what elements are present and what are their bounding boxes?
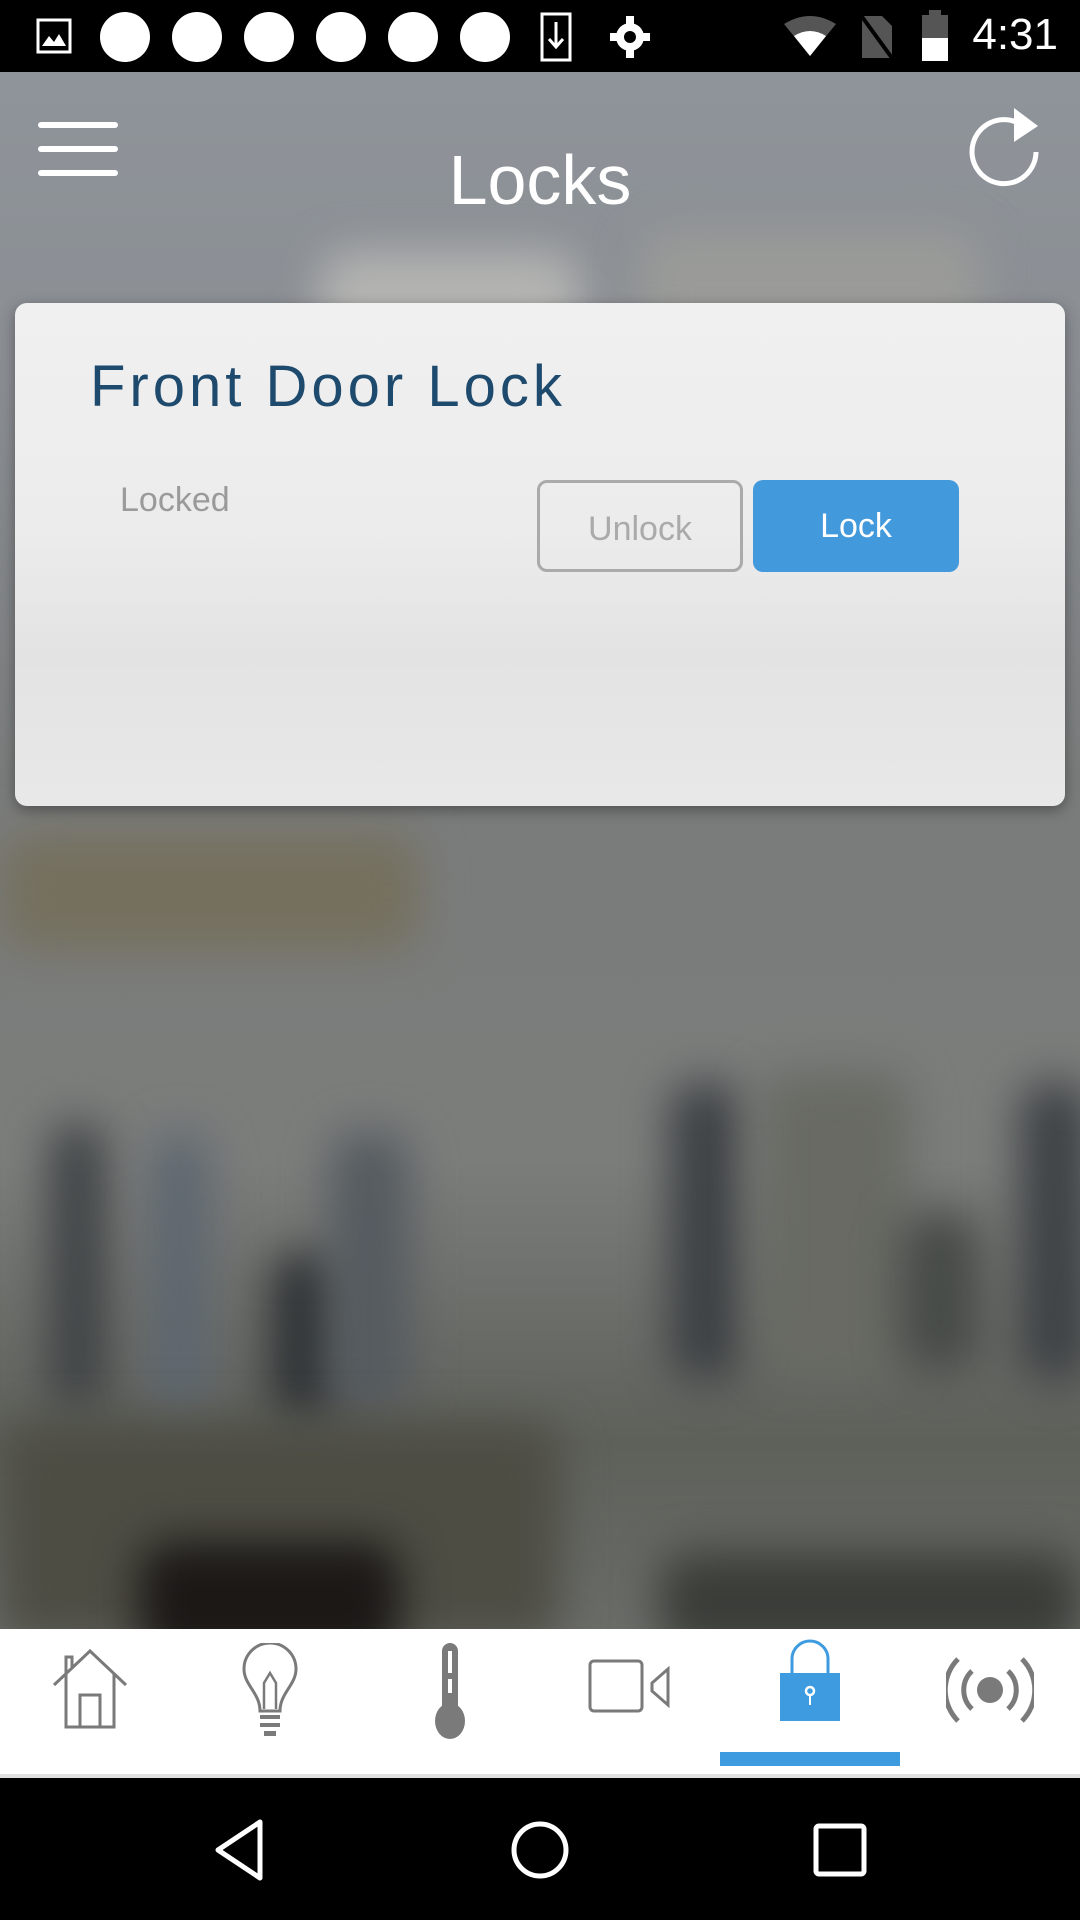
home-button[interactable] — [490, 1800, 590, 1900]
wifi-icon — [784, 16, 836, 56]
notification-dot — [244, 12, 294, 62]
download-icon — [540, 12, 572, 62]
notification-dot — [100, 12, 150, 62]
lightbulb-icon — [242, 1643, 298, 1736]
recents-button[interactable] — [790, 1800, 890, 1900]
refresh-icon[interactable] — [960, 104, 1050, 194]
battery-icon — [922, 10, 948, 61]
status-bar: 4:31 — [0, 0, 1080, 72]
back-button[interactable] — [190, 1800, 290, 1900]
tab-sensors[interactable] — [900, 1629, 1080, 1774]
tab-cameras[interactable] — [540, 1629, 720, 1774]
tab-lights[interactable] — [180, 1629, 360, 1774]
lock-name: Front Door Lock — [90, 354, 566, 419]
unlock-button[interactable]: Unlock — [537, 480, 743, 572]
page-title: Locks — [448, 141, 632, 219]
notification-dot — [388, 12, 438, 62]
lock-button[interactable]: Lock — [753, 480, 959, 572]
tab-thermostat[interactable] — [360, 1629, 540, 1774]
tab-home[interactable] — [0, 1629, 180, 1774]
settings-cog-icon — [610, 16, 650, 58]
house-icon — [52, 1648, 128, 1729]
broadcast-icon — [946, 1657, 1034, 1723]
clock: 4:31 — [972, 10, 1058, 59]
lock-status: Locked — [120, 481, 230, 519]
thermometer-icon — [435, 1643, 465, 1739]
notification-dot — [460, 12, 510, 62]
system-nav-bar — [0, 1778, 1080, 1920]
notification-dot — [316, 12, 366, 62]
lock-card: Front Door Lock Locked Unlock Lock — [15, 303, 1065, 806]
notification-dot — [172, 12, 222, 62]
no-sim-icon — [858, 12, 894, 60]
bottom-tab-bar — [0, 1629, 1080, 1778]
hamburger-menu-icon — [38, 122, 118, 128]
padlock-icon — [780, 1639, 840, 1721]
image-icon — [36, 18, 72, 54]
video-camera-icon — [588, 1659, 670, 1713]
active-tab-indicator — [720, 1752, 900, 1766]
